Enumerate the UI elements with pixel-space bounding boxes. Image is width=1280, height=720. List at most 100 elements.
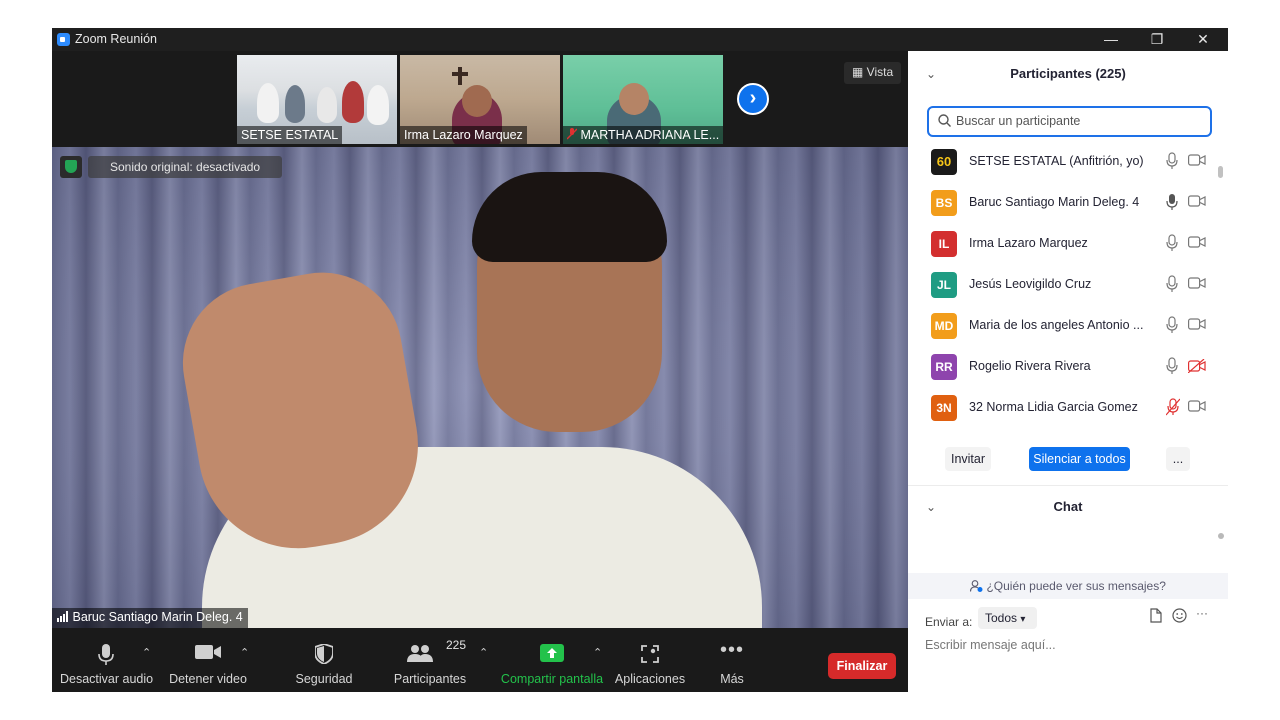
participants-icon bbox=[407, 645, 433, 662]
zoom-window: Zoom Reunión — ❐ ✕ SETSE ESTATAL Irma La… bbox=[52, 28, 1228, 692]
participant-list: 60 SETSE ESTATAL (Anfitrión, yo) BS Baru… bbox=[908, 142, 1228, 432]
audio-options-caret[interactable]: ⌃ bbox=[142, 646, 151, 659]
apps-button[interactable]: Aplicaciones bbox=[614, 628, 686, 692]
chat-scrollbar[interactable] bbox=[1218, 533, 1224, 539]
mute-all-button[interactable]: Silenciar a todos bbox=[1029, 447, 1130, 471]
participant-row[interactable]: BS Baruc Santiago Marin Deleg. 4 bbox=[908, 183, 1218, 224]
mute-button[interactable]: Desactivar audio bbox=[60, 628, 154, 692]
security-button[interactable]: Seguridad bbox=[288, 628, 360, 692]
participants-options-caret[interactable]: ⌃ bbox=[479, 646, 488, 659]
mute-label: Desactivar audio bbox=[60, 672, 154, 686]
person-info-icon bbox=[970, 580, 983, 592]
view-button[interactable]: ▦ Vista bbox=[844, 62, 902, 84]
send-to-dropdown[interactable]: Todos ▾ bbox=[978, 607, 1037, 629]
apps-icon bbox=[641, 645, 659, 663]
microphone-icon[interactable] bbox=[1166, 316, 1178, 334]
microphone-icon[interactable] bbox=[1166, 234, 1178, 252]
microphone-icon[interactable] bbox=[1166, 152, 1178, 170]
share-screen-label: Compartir pantalla bbox=[500, 672, 604, 686]
video-camera-icon[interactable] bbox=[1188, 154, 1206, 166]
participant-name: Jesús Leovigildo Cruz bbox=[969, 277, 1092, 291]
next-page-button[interactable]: › bbox=[737, 83, 769, 115]
grid-icon: ▦ bbox=[852, 65, 867, 79]
microphone-icon[interactable] bbox=[1166, 275, 1178, 293]
stop-video-label: Detener video bbox=[169, 672, 247, 686]
share-screen-button[interactable]: Compartir pantalla bbox=[500, 628, 604, 692]
more-button[interactable]: ••• Más bbox=[704, 628, 760, 692]
side-panel: ⌄ Participantes (225) Buscar un particip… bbox=[908, 51, 1228, 692]
emoji-icon[interactable] bbox=[1172, 608, 1187, 623]
participants-header: ⌄ Participantes (225) bbox=[908, 51, 1228, 95]
participant-name: SETSE ESTATAL (Anfitrión, yo) bbox=[969, 154, 1144, 168]
participant-row[interactable]: 60 SETSE ESTATAL (Anfitrión, yo) bbox=[908, 142, 1218, 183]
participant-row[interactable]: 3N 32 Norma Lidia Garcia Gomez bbox=[908, 388, 1218, 429]
thumbnail-video[interactable]: SETSE ESTATAL bbox=[237, 55, 397, 144]
apps-label: Aplicaciones bbox=[614, 672, 686, 686]
participant-name: Irma Lazaro Marquez bbox=[969, 236, 1088, 250]
thumbnail-name: SETSE ESTATAL bbox=[237, 126, 343, 144]
search-icon bbox=[938, 114, 951, 127]
video-camera-icon[interactable] bbox=[1188, 400, 1206, 412]
sound-status[interactable]: Sonido original: desactivado bbox=[60, 155, 283, 179]
chat-title: Chat bbox=[1053, 499, 1083, 514]
thumbnail-name: Irma Lazaro Marquez bbox=[400, 126, 527, 144]
participant-name: Baruc Santiago Marin Deleg. 4 bbox=[969, 195, 1140, 209]
minimize-button[interactable]: — bbox=[1088, 28, 1134, 51]
restore-button[interactable]: ❐ bbox=[1134, 28, 1180, 51]
microphone-icon[interactable] bbox=[1166, 357, 1178, 375]
participant-name: Maria de los angeles Antonio ... bbox=[969, 318, 1144, 332]
chevron-down-icon: ▾ bbox=[1020, 614, 1026, 625]
thumbnail-name: MARTHA ADRIANA LE... bbox=[563, 126, 723, 144]
zoom-app-icon bbox=[57, 33, 70, 46]
speaker-name-label: Baruc Santiago Marin Deleg. 4 bbox=[52, 608, 248, 628]
participant-list-scrollbar[interactable] bbox=[1218, 166, 1223, 451]
signal-icon bbox=[57, 611, 68, 622]
video-camera-icon bbox=[195, 645, 221, 659]
meeting-toolbar: Desactivar audio ⌃ Detener video ⌃ Segur… bbox=[52, 628, 908, 692]
stop-video-button[interactable]: Detener video bbox=[166, 628, 250, 692]
participant-row[interactable]: MD Maria de los angeles Antonio ... bbox=[908, 306, 1218, 347]
video-camera-icon[interactable] bbox=[1188, 318, 1206, 330]
title-bar: Zoom Reunión — ❐ ✕ bbox=[52, 28, 1228, 51]
avatar: IL bbox=[931, 231, 957, 257]
end-meeting-button[interactable]: Finalizar bbox=[828, 653, 896, 679]
participant-row[interactable]: IL Irma Lazaro Marquez bbox=[908, 224, 1218, 265]
participant-search-input[interactable]: Buscar un participante bbox=[927, 106, 1212, 137]
chat-more-icon[interactable]: ··· bbox=[1196, 606, 1208, 620]
meeting-area: SETSE ESTATAL Irma Lazaro Marquez MARTHA… bbox=[52, 51, 908, 692]
avatar: 3N bbox=[931, 395, 957, 421]
participant-row[interactable]: JL Jesús Leovigildo Cruz bbox=[908, 265, 1218, 306]
more-label: Más bbox=[720, 672, 744, 686]
participants-label: Participantes bbox=[393, 672, 467, 686]
participant-name: Rogelio Rivera Rivera bbox=[969, 359, 1091, 373]
share-options-caret[interactable]: ⌃ bbox=[593, 646, 602, 659]
thumbnail-video[interactable]: Irma Lazaro Marquez bbox=[400, 55, 560, 144]
video-off-icon[interactable] bbox=[1188, 359, 1206, 373]
chat-message-input[interactable]: Escribir mensaje aquí... bbox=[925, 638, 1056, 652]
participants-count: 225 bbox=[446, 638, 467, 652]
participant-name: 32 Norma Lidia Garcia Gomez bbox=[969, 400, 1138, 414]
avatar: MD bbox=[931, 313, 957, 339]
participant-row[interactable]: RR Rogelio Rivera Rivera bbox=[908, 347, 1218, 388]
search-placeholder: Buscar un participante bbox=[956, 114, 1081, 128]
video-camera-icon[interactable] bbox=[1188, 195, 1206, 207]
invite-button[interactable]: Invitar bbox=[945, 447, 991, 471]
mic-muted-icon bbox=[566, 128, 578, 140]
participants-button[interactable]: 225 Participantes bbox=[390, 628, 470, 692]
who-can-see-messages[interactable]: ¿Quién puede ver sus mensajes? bbox=[908, 573, 1228, 599]
avatar: 60 bbox=[931, 149, 957, 175]
microphone-icon[interactable] bbox=[1166, 193, 1178, 211]
sound-status-label: Sonido original: desactivado bbox=[88, 156, 283, 178]
active-speaker-video[interactable]: Sonido original: desactivado Baruc Santi… bbox=[52, 147, 908, 628]
video-options-caret[interactable]: ⌃ bbox=[240, 646, 249, 659]
close-button[interactable]: ✕ bbox=[1180, 28, 1226, 51]
mic-muted-icon[interactable] bbox=[1166, 398, 1180, 416]
window-title: Zoom Reunión bbox=[75, 32, 157, 46]
avatar: JL bbox=[931, 272, 957, 298]
send-to-label: Enviar a: bbox=[925, 615, 973, 629]
thumbnail-video[interactable]: MARTHA ADRIANA LE... bbox=[563, 55, 723, 144]
video-camera-icon[interactable] bbox=[1188, 236, 1206, 248]
participants-more-button[interactable]: ... bbox=[1166, 447, 1190, 471]
file-icon[interactable] bbox=[1150, 608, 1162, 623]
video-camera-icon[interactable] bbox=[1188, 277, 1206, 289]
